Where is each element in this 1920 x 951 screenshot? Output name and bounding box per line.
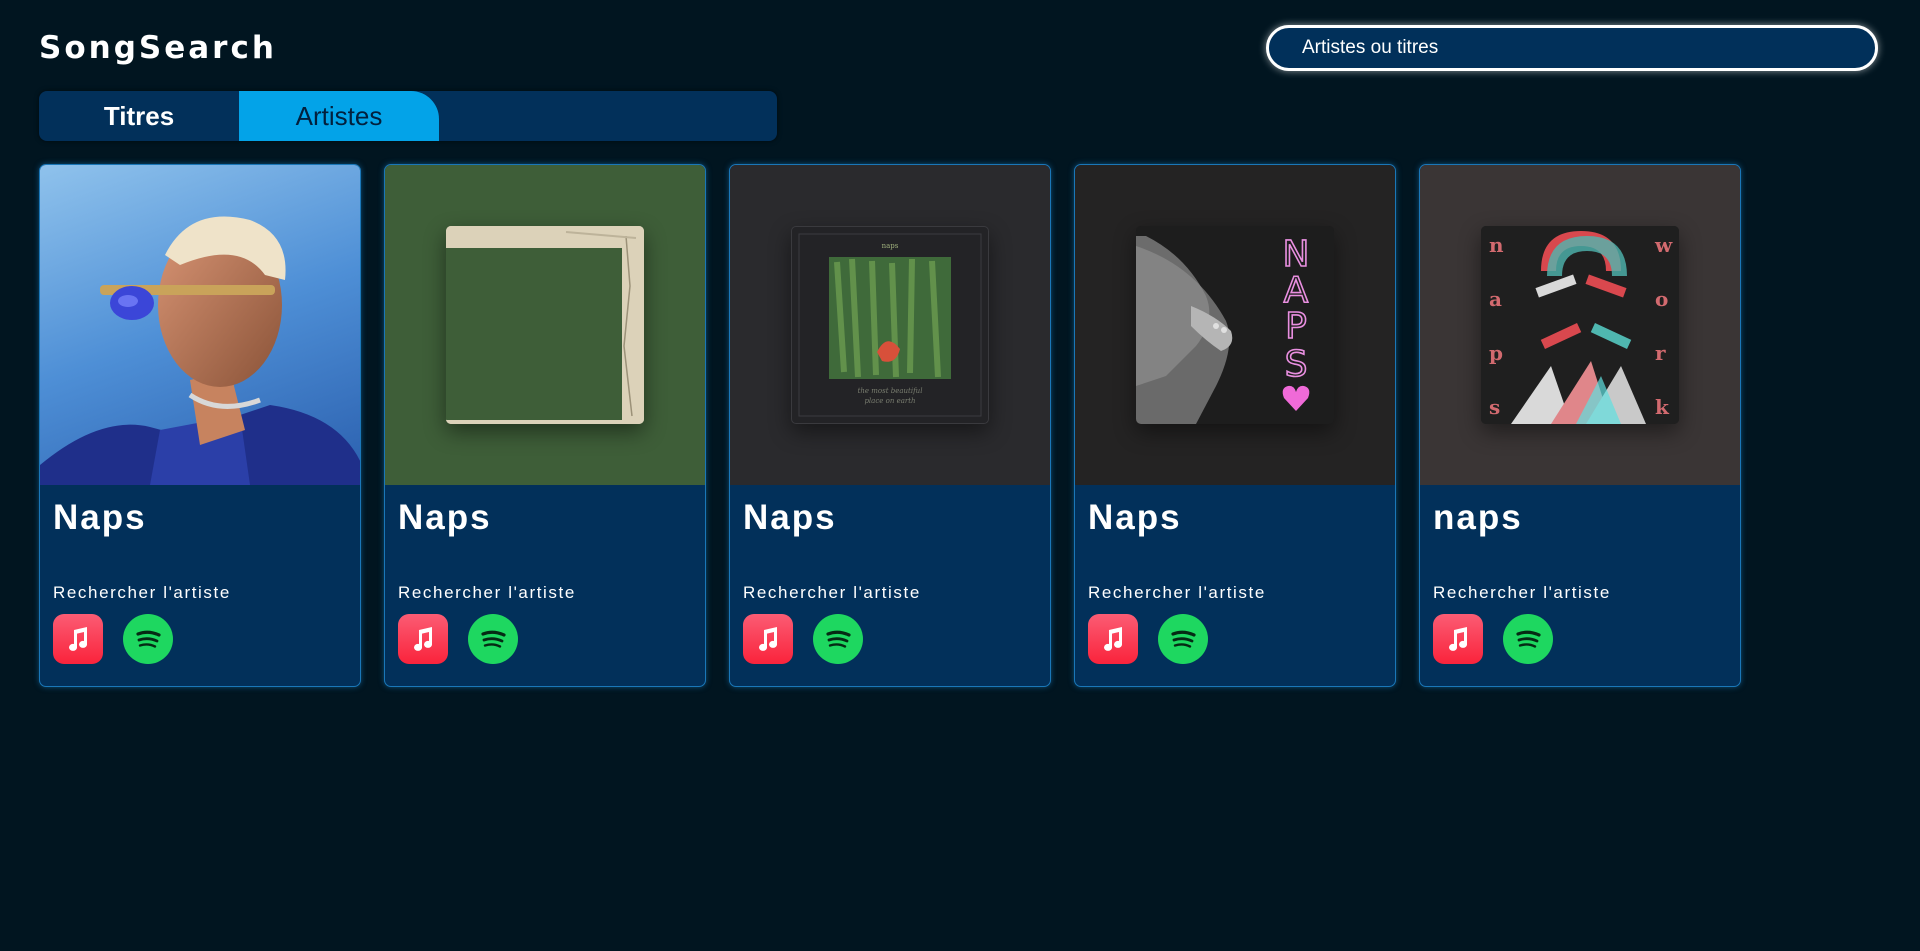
artist-results: Naps Rechercher l'artiste Naps Recherche… (39, 164, 1741, 687)
search-input[interactable] (1266, 25, 1878, 71)
search-artist-link[interactable]: Rechercher l'artiste (1088, 583, 1266, 603)
spotify-icon[interactable] (123, 614, 173, 664)
svg-text:o: o (1655, 287, 1668, 311)
svg-text:k: k (1655, 395, 1670, 419)
app-logo: SongSearch (39, 30, 277, 66)
svg-text:r: r (1655, 341, 1666, 365)
svg-text:S: S (1285, 344, 1308, 385)
album-title-text: naps (882, 242, 899, 250)
tab-artistes[interactable]: Artistes (239, 91, 439, 141)
artist-photo (40, 165, 360, 485)
svg-text:s: s (1489, 395, 1500, 419)
artist-card: Naps Rechercher l'artiste (39, 164, 361, 687)
album-subtitle-text: place on earth (864, 397, 915, 405)
album-cover (446, 226, 644, 424)
spotify-icon[interactable] (1158, 614, 1208, 664)
svg-text:p: p (1489, 341, 1503, 365)
apple-music-icon[interactable] (398, 614, 448, 664)
album-artwork: n a p s w o r k (1420, 165, 1740, 485)
svg-text:P: P (1285, 306, 1307, 347)
artist-name: Naps (398, 498, 492, 537)
search-artist-link[interactable]: Rechercher l'artiste (1433, 583, 1611, 603)
search-artist-link[interactable]: Rechercher l'artiste (53, 583, 231, 603)
album-artwork (385, 165, 705, 485)
apple-music-icon[interactable] (53, 614, 103, 664)
search-artist-link[interactable]: Rechercher l'artiste (743, 583, 921, 603)
search-artist-link[interactable]: Rechercher l'artiste (398, 583, 576, 603)
album-cover: n a p s w o r k (1481, 226, 1679, 424)
album-artwork: naps the most beautiful place on earth (730, 165, 1050, 485)
spotify-icon[interactable] (1503, 614, 1553, 664)
artist-name: Naps (743, 498, 837, 537)
album-cover: N A P S (1136, 226, 1334, 424)
artist-card: Naps Rechercher l'artiste (384, 164, 706, 687)
artist-card: naps the most beautiful place on earth N… (729, 164, 1051, 687)
artist-card: N A P S Naps Rechercher l'artiste (1074, 164, 1396, 687)
apple-music-icon[interactable] (743, 614, 793, 664)
album-artwork: N A P S (1075, 165, 1395, 485)
tab-bar: Titres Artistes (39, 91, 777, 141)
apple-music-icon[interactable] (1088, 614, 1138, 664)
apple-music-icon[interactable] (1433, 614, 1483, 664)
spotify-icon[interactable] (813, 614, 863, 664)
tab-titres[interactable]: Titres (39, 91, 239, 141)
album-subtitle-text: the most beautiful (858, 387, 923, 395)
svg-text:a: a (1489, 287, 1502, 311)
artist-name: Naps (53, 498, 147, 537)
svg-text:A: A (1284, 270, 1309, 311)
svg-text:w: w (1654, 233, 1673, 257)
spotify-icon[interactable] (468, 614, 518, 664)
artist-name: Naps (1088, 498, 1182, 537)
album-cover: naps the most beautiful place on earth (791, 226, 989, 424)
artist-name: naps (1433, 498, 1523, 537)
artist-card: n a p s w o r k naps Rechercher l'artist… (1419, 164, 1741, 687)
album-title-text: N (1283, 234, 1310, 275)
svg-text:n: n (1489, 233, 1504, 257)
